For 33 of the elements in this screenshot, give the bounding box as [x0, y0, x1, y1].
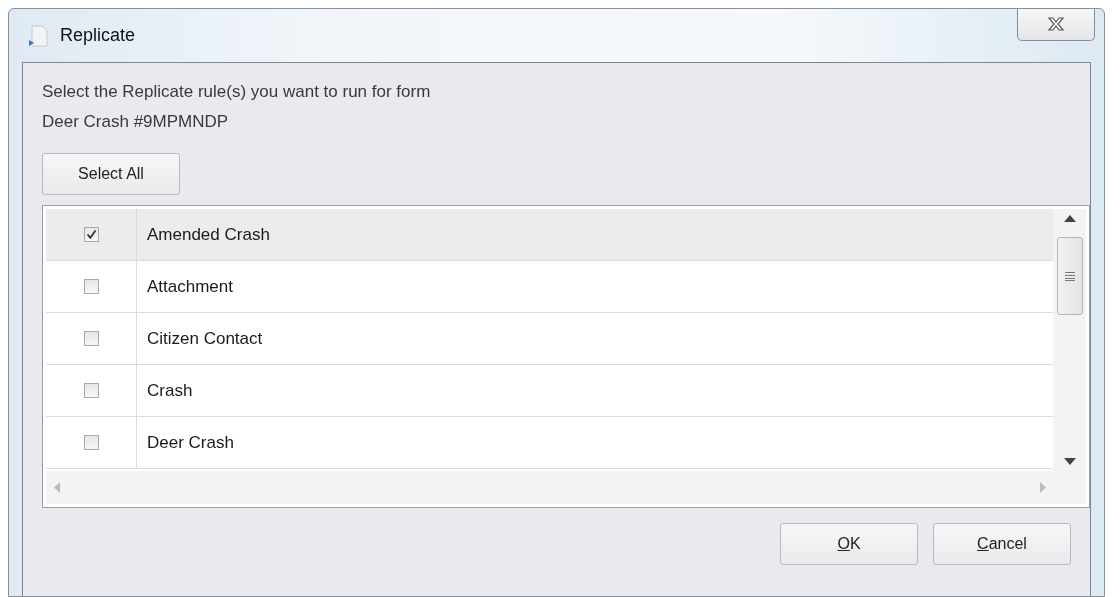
prompt-text: Deer Crash #9MPMNDP [42, 111, 230, 133]
vertical-scrollbar[interactable] [1053, 209, 1086, 471]
dialog-button[interactable]: OK [780, 523, 918, 565]
check-icon [85, 229, 97, 240]
right-arrow-icon [1040, 482, 1046, 493]
prompt-text: Select the Replicate rule(s) you want to run for form [42, 81, 432, 103]
checkbox[interactable] [83, 383, 99, 398]
rule-label: Citizen Contact [147, 328, 263, 349]
rule-label: Attachment [147, 276, 233, 297]
horizontal-scrollbar[interactable] [46, 471, 1086, 504]
scroll-thumb[interactable] [1056, 237, 1083, 315]
left-arrow-icon [54, 482, 60, 493]
rule-row[interactable]: Crash [46, 365, 1053, 417]
checkbox[interactable] [83, 279, 99, 294]
rule-row[interactable]: Citizen Contact [46, 313, 1053, 365]
window-title: Replicate [60, 25, 136, 46]
rule-row[interactable]: Attachment [46, 261, 1053, 313]
checkbox[interactable] [83, 435, 99, 450]
checkbox[interactable] [83, 331, 99, 346]
rule-row[interactable]: Amended Crash [46, 209, 1053, 261]
checkbox[interactable] [83, 227, 99, 242]
document-icon [28, 23, 50, 48]
down-arrow-icon [1063, 458, 1076, 465]
dialog-button[interactable]: Cancel [933, 523, 1071, 565]
up-arrow-icon [1063, 215, 1076, 222]
close-icon [1047, 16, 1065, 31]
rule-label: Amended Crash [147, 224, 270, 245]
rule-label: Crash [147, 380, 193, 401]
grip-icon [1064, 271, 1075, 281]
rule-row[interactable]: Deer Crash [46, 417, 1053, 469]
rule-label: Deer Crash [147, 432, 234, 453]
select-all-button[interactable]: Select All [42, 153, 180, 195]
close-button[interactable] [1017, 9, 1095, 41]
